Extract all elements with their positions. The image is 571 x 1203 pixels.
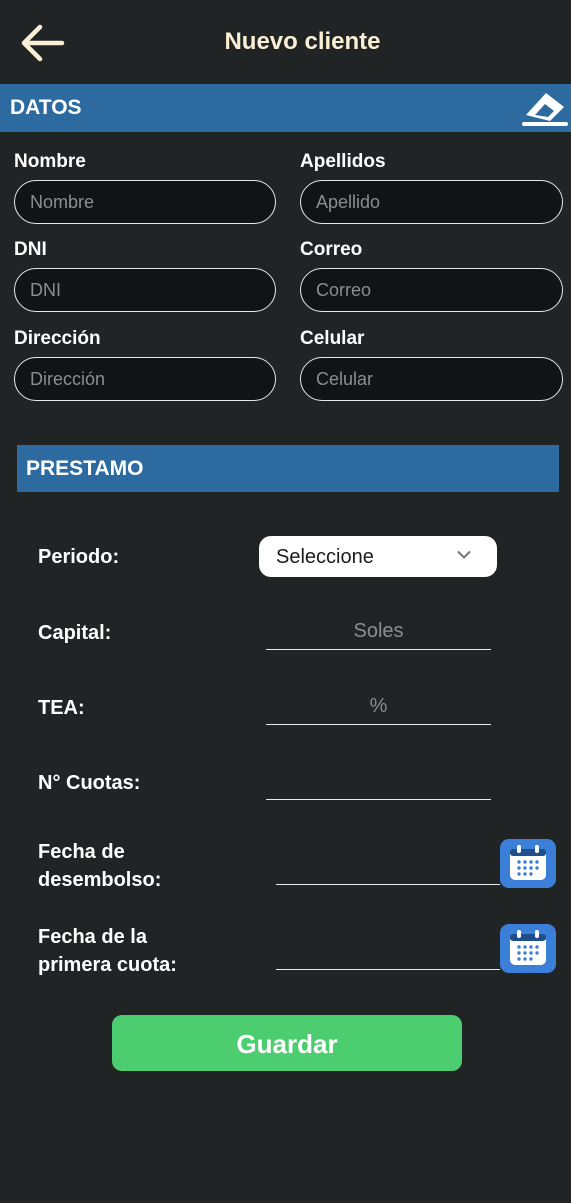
- apellidos-input[interactable]: [300, 180, 563, 224]
- periodo-selected-value: Seleccione: [276, 546, 374, 568]
- tea-input[interactable]: [266, 689, 491, 725]
- prestamo-title: PRESTAMO: [26, 457, 144, 480]
- datos-section-header: DATOS: [0, 84, 571, 132]
- fecha-primera-cuota-label-line2: primera cuota:: [38, 954, 177, 976]
- page-title: Nuevo cliente: [224, 28, 381, 55]
- app-header: Nuevo cliente: [0, 0, 571, 84]
- fecha-primera-cuota-label-line1: Fecha de la: [38, 926, 147, 948]
- fecha-primera-cuota-input[interactable]: [276, 934, 500, 970]
- save-button[interactable]: Guardar: [112, 1015, 462, 1071]
- fecha-desembolso-input[interactable]: [276, 849, 500, 885]
- fecha-desembolso-label: Fecha de desembolso:: [38, 838, 161, 894]
- celular-input[interactable]: [300, 357, 563, 401]
- capital-label: Capital:: [38, 622, 112, 644]
- calendar-icon: [510, 930, 546, 965]
- tea-label: TEA:: [38, 697, 85, 719]
- correo-input[interactable]: [300, 268, 563, 312]
- cuotas-input[interactable]: [266, 764, 491, 800]
- periodo-select[interactable]: Seleccione: [259, 536, 497, 577]
- apellidos-label: Apellidos: [300, 151, 386, 172]
- nombre-label: Nombre: [14, 151, 86, 172]
- datos-title: DATOS: [10, 96, 82, 119]
- calendar-icon: [510, 845, 546, 880]
- chevron-down-icon: [457, 551, 471, 559]
- direccion-input[interactable]: [14, 357, 276, 401]
- clear-form-button[interactable]: [522, 88, 568, 128]
- correo-label: Correo: [300, 239, 363, 260]
- prestamo-section-header: PRESTAMO: [17, 445, 559, 492]
- fecha-desembolso-calendar-button[interactable]: [500, 839, 556, 888]
- cuotas-label: N° Cuotas:: [38, 772, 141, 794]
- celular-label: Celular: [300, 328, 365, 349]
- dni-input[interactable]: [14, 268, 276, 312]
- fecha-desembolso-label-line2: desembolso:: [38, 869, 162, 891]
- fecha-desembolso-label-line1: Fecha de: [38, 841, 125, 863]
- save-button-label: Guardar: [236, 1029, 338, 1059]
- periodo-label: Periodo:: [38, 546, 120, 568]
- fecha-primera-cuota-calendar-button[interactable]: [500, 924, 556, 973]
- eraser-icon: [522, 93, 568, 126]
- dni-label: DNI: [14, 239, 47, 260]
- fecha-primera-cuota-label: Fecha de la primera cuota:: [38, 923, 177, 979]
- nombre-input[interactable]: [14, 180, 276, 224]
- capital-input[interactable]: [266, 614, 491, 650]
- direccion-label: Dirección: [14, 328, 101, 349]
